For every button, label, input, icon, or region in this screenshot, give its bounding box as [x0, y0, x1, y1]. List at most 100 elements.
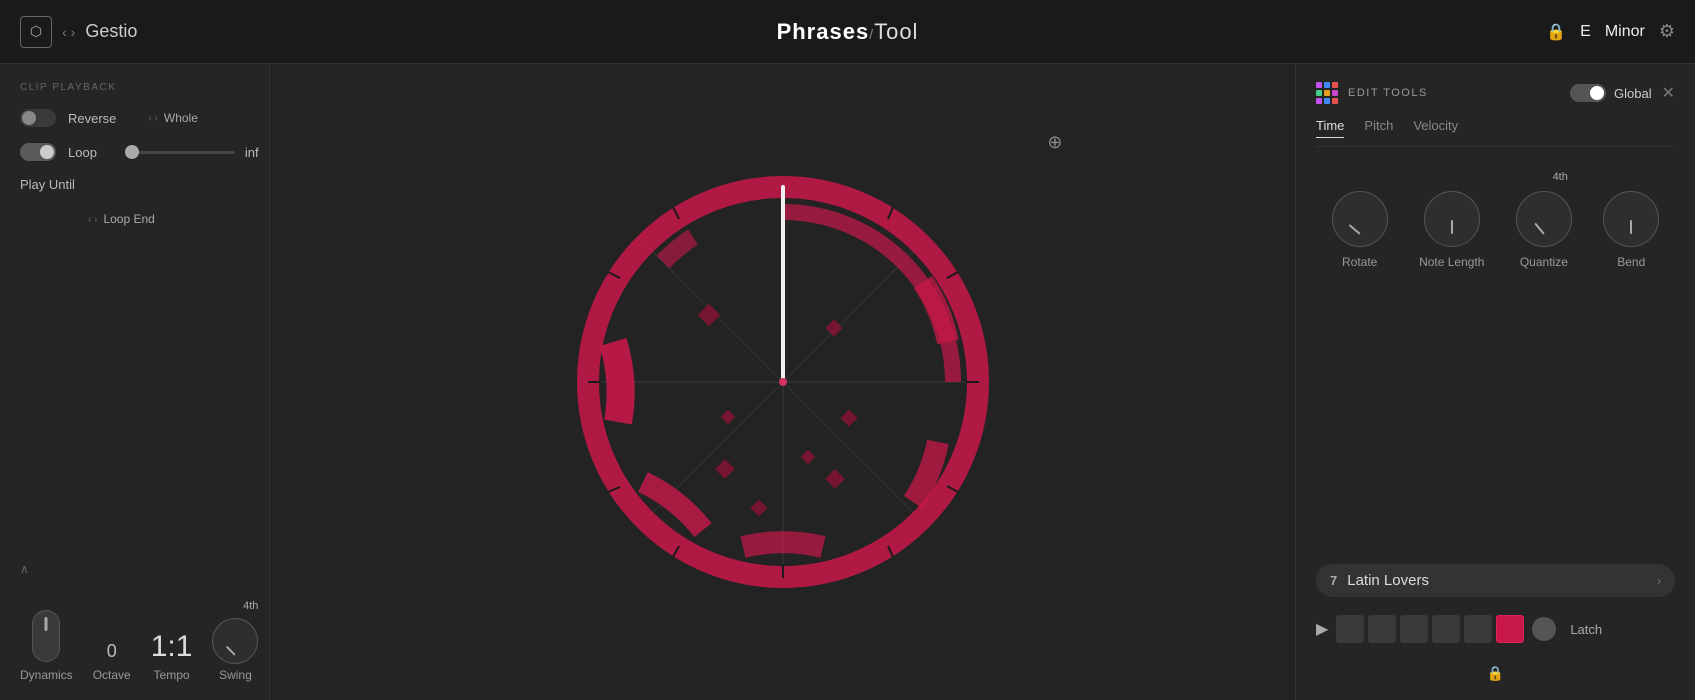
- pattern-row: ▶ Latch: [1316, 611, 1675, 647]
- header-left: ⬡ ‹ › Gestio: [20, 16, 320, 48]
- preset-arrow[interactable]: ›: [1657, 574, 1661, 588]
- swing-label: Swing: [219, 668, 252, 682]
- preset-number: 7: [1330, 573, 1337, 588]
- circular-visualizer[interactable]: [523, 122, 1043, 642]
- chevron-up-row: ∧: [20, 562, 249, 576]
- loop-row: Loop inf: [20, 143, 249, 161]
- chevron-up-icon[interactable]: ∧: [20, 562, 29, 576]
- main: CLIP PLAYBACK Reverse ‹ › Whole Loop inf…: [0, 64, 1695, 700]
- rotate-indicator: [1348, 224, 1360, 235]
- pattern-slot-2[interactable]: [1368, 615, 1396, 643]
- swing-group: 4th Swing: [212, 600, 258, 682]
- octave-group: 0 Octave: [93, 641, 131, 682]
- swing-dot: [226, 646, 236, 656]
- loop-slider-row: inf: [125, 145, 259, 160]
- header: ⬡ ‹ › Gestio Phrases/Tool 🔒 E Minor ⚙: [0, 0, 1695, 64]
- nav-arrows: ‹ ›: [62, 24, 75, 40]
- play-button[interactable]: ▶: [1316, 619, 1328, 639]
- loop-toggle[interactable]: [20, 143, 56, 161]
- reverse-row: Reverse ‹ › Whole: [20, 109, 249, 127]
- app-title: Phrases/Tool: [777, 19, 919, 45]
- latch-label: Latch: [1570, 622, 1602, 637]
- grid-cell-2: [1324, 82, 1330, 88]
- settings-icon[interactable]: ⚙: [1659, 21, 1675, 42]
- inf-label: inf: [245, 145, 259, 160]
- tab-time[interactable]: Time: [1316, 118, 1344, 138]
- reverse-toggle[interactable]: [20, 109, 56, 127]
- grid-cell-8: [1324, 98, 1330, 104]
- bend-indicator: [1630, 220, 1632, 234]
- center-panel: ⊕: [270, 64, 1295, 700]
- close-button[interactable]: ✕: [1662, 83, 1675, 103]
- loop-end-chevrons: ‹ ›: [88, 214, 97, 225]
- lock-small-icon[interactable]: 🔒: [1487, 665, 1504, 682]
- header-right: 🔒 E Minor ⚙: [1375, 21, 1675, 42]
- cube-icon[interactable]: ⬡: [20, 16, 52, 48]
- pattern-slot-5[interactable]: [1464, 615, 1492, 643]
- rotate-label: Rotate: [1342, 255, 1377, 269]
- octave-label: Octave: [93, 668, 131, 682]
- tempo-label: Tempo: [154, 668, 190, 682]
- bend-group: Bend: [1603, 191, 1659, 269]
- grid-cell-7: [1316, 98, 1322, 104]
- grid-cell-9: [1332, 98, 1338, 104]
- header-center: Phrases/Tool: [320, 19, 1375, 45]
- tab-velocity[interactable]: Velocity: [1413, 118, 1458, 138]
- edit-tools-header: EDIT TOOLS Global ✕: [1316, 82, 1675, 104]
- loop-end-value: Loop End: [103, 212, 154, 226]
- dynamics-label: Dynamics: [20, 668, 73, 682]
- edit-tools-grid-icon: [1316, 82, 1338, 104]
- grid-cell-3: [1332, 82, 1338, 88]
- header-title: Gestio: [85, 21, 137, 42]
- key-display[interactable]: E: [1580, 23, 1591, 41]
- quantize-indicator: [1534, 223, 1545, 235]
- pattern-slot-4[interactable]: [1432, 615, 1460, 643]
- swing-knob[interactable]: [212, 618, 258, 664]
- octave-value: 0: [107, 641, 117, 662]
- grid-cell-5: [1324, 90, 1330, 96]
- quantize-group: 4th Quantize: [1516, 171, 1572, 269]
- left-panel: CLIP PLAYBACK Reverse ‹ › Whole Loop inf…: [0, 64, 270, 700]
- pattern-slot-1[interactable]: [1336, 615, 1364, 643]
- rotate-knob[interactable]: [1332, 191, 1388, 247]
- tempo-group: 1:1 Tempo: [151, 632, 193, 682]
- global-toggle[interactable]: Global: [1570, 84, 1652, 102]
- grid-cell-1: [1316, 82, 1322, 88]
- scale-display[interactable]: Minor: [1605, 23, 1645, 41]
- dynamics-knob[interactable]: [32, 610, 60, 662]
- back-arrow[interactable]: ‹: [62, 24, 67, 40]
- reverse-label: Reverse: [68, 111, 116, 126]
- loop-slider-thumb[interactable]: [125, 145, 139, 159]
- tempo-value: 1:1: [151, 632, 193, 662]
- clip-playback-label: CLIP PLAYBACK: [20, 82, 249, 93]
- color-dot[interactable]: [1532, 617, 1556, 641]
- quantize-label: Quantize: [1520, 255, 1568, 269]
- preset-row[interactable]: 7 Latin Lovers ›: [1316, 564, 1675, 597]
- edit-tools-label: EDIT TOOLS: [1348, 87, 1560, 99]
- target-icon[interactable]: ⊕: [1047, 132, 1062, 153]
- loop-slider-track[interactable]: [125, 151, 235, 154]
- note-length-knob[interactable]: [1424, 191, 1480, 247]
- loop-end-select[interactable]: ‹ › Loop End: [88, 212, 155, 226]
- grid-cell-4: [1316, 90, 1322, 96]
- pattern-slot-3[interactable]: [1400, 615, 1428, 643]
- forward-arrow[interactable]: ›: [71, 24, 76, 40]
- whole-select[interactable]: ‹ › Whole: [148, 111, 197, 125]
- lock-bottom: 🔒: [1316, 661, 1675, 682]
- dynamics-group: Dynamics: [20, 610, 73, 682]
- lock-icon[interactable]: 🔒: [1546, 22, 1566, 42]
- pattern-slot-6[interactable]: [1496, 615, 1524, 643]
- tab-pitch[interactable]: Pitch: [1364, 118, 1393, 138]
- play-until-label: Play Until: [20, 177, 75, 192]
- global-pill[interactable]: [1570, 84, 1606, 102]
- bend-knob[interactable]: [1603, 191, 1659, 247]
- global-text: Global: [1614, 86, 1652, 101]
- tabs-row: Time Pitch Velocity: [1316, 118, 1675, 147]
- grid-cell-6: [1332, 90, 1338, 96]
- note-length-indicator: [1451, 220, 1453, 234]
- quantize-value: 4th: [1553, 171, 1568, 183]
- bottom-controls: Dynamics 0 Octave 1:1 Tempo 4th Swing: [20, 590, 249, 682]
- quantize-knob[interactable]: [1516, 191, 1572, 247]
- whole-value: Whole: [164, 111, 198, 125]
- app-name-tool: Tool: [874, 19, 918, 44]
